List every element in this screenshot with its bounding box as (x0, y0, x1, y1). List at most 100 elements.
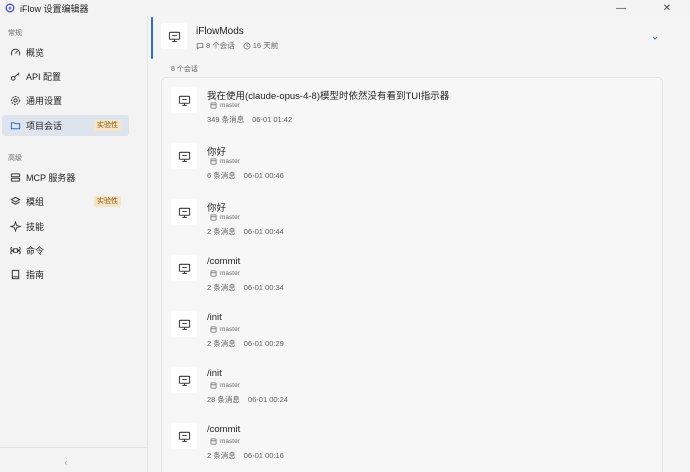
session-time: 06-01 00:29 (243, 339, 284, 348)
sidebar-item-overview[interactable]: 概览 (2, 42, 129, 63)
branch-name: master (220, 158, 240, 165)
session-icon (171, 199, 197, 225)
session-item[interactable]: /commit master 2 条消息 06-01 00:34 (162, 246, 662, 302)
close-button[interactable]: ✕ (644, 0, 690, 16)
minimize-button[interactable]: — (598, 0, 644, 16)
session-item[interactable]: 你好 master 2 条消息 06-01 00:44 (162, 190, 662, 246)
session-stats: 6 条消息 06-01 00:46 (207, 170, 284, 181)
message-count: 2 条消息 (207, 283, 236, 292)
session-stats: 349 条消息 06-01 01:42 (207, 114, 292, 125)
key-icon (8, 70, 22, 84)
session-branch: master (210, 102, 240, 109)
branch-icon (210, 158, 217, 165)
session-icon (171, 255, 197, 281)
session-item[interactable]: /commit master 2 条消息 06-01 00:16 (162, 414, 662, 470)
chat-icon (196, 42, 204, 50)
sidebar-item-api-config[interactable]: API 配置 (2, 66, 129, 87)
project-icon (161, 23, 187, 49)
project-session-count: 8 个会话 (206, 41, 235, 50)
sidebar-item-label: 指南 (26, 270, 45, 280)
sidebar-item-project-sessions[interactable]: 项目会话 实验性 (2, 115, 129, 136)
command-icon (8, 244, 22, 258)
branch-name: master (220, 270, 240, 277)
sidebar-item-label: 概览 (26, 48, 45, 58)
session-time: 06-01 00:16 (243, 451, 284, 460)
message-count: 2 条消息 (207, 451, 236, 460)
session-title: 你好 (207, 147, 227, 158)
branch-name: master (220, 438, 240, 445)
session-title: /commit (207, 424, 241, 435)
sparkle-icon (8, 220, 22, 234)
sidebar-divider (0, 447, 147, 448)
session-stats: 2 条消息 06-01 00:29 (207, 338, 284, 349)
session-stats: 28 条消息 06-01 00:24 (207, 394, 288, 405)
session-icon (171, 311, 197, 337)
session-item[interactable]: /init master 28 条消息 06-01 00:24 (162, 358, 662, 414)
session-title: 你好 (207, 203, 227, 214)
message-count: 2 条消息 (207, 227, 236, 236)
sidebar-item-guide[interactable]: 指南 (2, 264, 129, 285)
sidebar: 常规 概览 API 配置 通用设置 项目会话 实验性 高级 MCP 服务器 模组… (0, 16, 148, 472)
session-item[interactable]: 你好 master 6 条消息 06-01 00:46 (162, 134, 662, 190)
app-title: iFlow 设置编辑器 (20, 3, 89, 14)
message-count: 2 条消息 (207, 339, 236, 348)
session-icon (171, 143, 197, 169)
project-header[interactable]: iFlowMods 8 个会话 16 天前 (151, 17, 671, 59)
session-branch: master (210, 382, 240, 389)
session-icon (171, 367, 197, 393)
expand-project-button[interactable] (648, 31, 662, 45)
book-icon (8, 268, 22, 282)
folder-icon (8, 119, 22, 133)
branch-icon (210, 270, 217, 277)
server-icon (8, 171, 22, 185)
title-bar: iFlow 设置编辑器 — ✕ (0, 0, 690, 16)
clock-icon (243, 42, 251, 49)
session-title: /init (207, 312, 222, 323)
sidebar-item-label: 命令 (26, 246, 45, 256)
sidebar-item-mods[interactable]: 模组 实验性 (2, 191, 129, 212)
chevron-down-icon (652, 36, 658, 40)
session-title: /commit (207, 256, 241, 267)
collapse-sidebar-button[interactable]: ‹ (58, 456, 74, 468)
message-count: 349 条消息 (207, 115, 245, 124)
sidebar-item-skills[interactable]: 技能 (2, 216, 129, 237)
branch-icon (210, 382, 217, 389)
session-stats: 2 条消息 06-01 00:34 (207, 282, 284, 293)
session-icon (171, 423, 197, 449)
sidebar-item-label: 通用设置 (26, 96, 63, 106)
branch-name: master (220, 102, 240, 109)
branch-name: master (220, 214, 240, 221)
section-label-advanced: 高级 (8, 155, 22, 162)
message-count: 28 条消息 (207, 395, 240, 404)
sidebar-item-label: API 配置 (26, 72, 62, 82)
session-time: 06-01 01:42 (252, 115, 293, 124)
sidebar-item-label: 模组 (26, 197, 45, 207)
sidebar-item-label: 技能 (26, 222, 45, 232)
session-branch: master (210, 326, 240, 333)
main-content: iFlowMods 8 个会话 16 天前 8 个会话 我在使用(claude-… (149, 16, 690, 472)
session-time: 06-01 00:24 (247, 395, 288, 404)
branch-name: master (220, 382, 240, 389)
session-icon (171, 87, 197, 113)
project-last-updated: 16 天前 (252, 41, 279, 50)
sidebar-item-commands[interactable]: 命令 (2, 240, 129, 261)
session-branch: master (210, 158, 240, 165)
session-item[interactable]: 我在使用(claude-opus-4-8)模型时依然没有看到TUI指示器 mas… (162, 78, 662, 134)
session-item[interactable]: /init master 2 条消息 06-01 00:29 (162, 302, 662, 358)
gear-icon (8, 94, 22, 108)
branch-icon (210, 214, 217, 221)
sidebar-item-general-settings[interactable]: 通用设置 (2, 90, 129, 111)
layers-icon (8, 195, 22, 209)
experimental-badge: 实验性 (94, 120, 121, 131)
branch-icon (210, 102, 217, 109)
session-stats: 2 条消息 06-01 00:44 (207, 226, 284, 237)
sidebar-item-mcp-servers[interactable]: MCP 服务器 (2, 167, 129, 188)
sidebar-item-label: 项目会话 (26, 121, 63, 131)
session-time: 06-01 00:44 (243, 227, 284, 236)
session-title: 我在使用(claude-opus-4-8)模型时依然没有看到TUI指示器 (207, 91, 450, 102)
session-branch: master (210, 270, 240, 277)
session-list: 我在使用(claude-opus-4-8)模型时依然没有看到TUI指示器 mas… (161, 77, 663, 472)
project-name: iFlowMods (196, 26, 244, 37)
session-stats: 2 条消息 06-01 00:16 (207, 450, 284, 461)
branch-icon (210, 326, 217, 333)
